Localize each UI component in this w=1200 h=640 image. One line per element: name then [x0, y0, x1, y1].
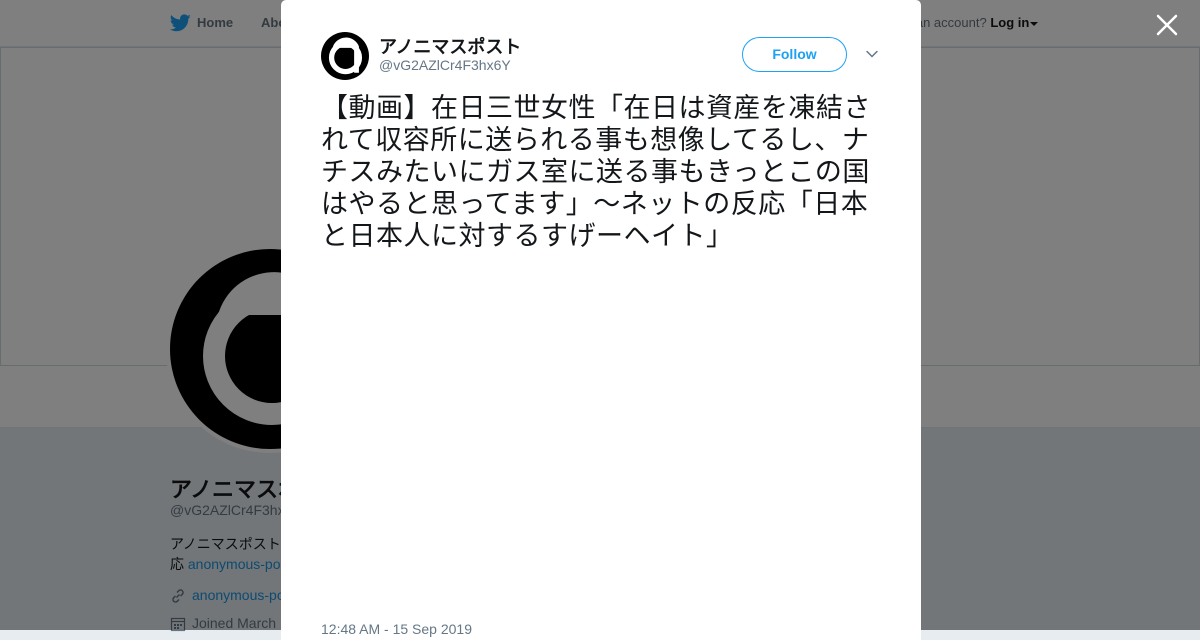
tweet-timestamp[interactable]: 12:48 AM - 15 Sep 2019 — [321, 621, 472, 637]
chevron-down-icon[interactable] — [865, 47, 879, 61]
tweet-text: 【動画】在日三世女性「在日は資産を凍結されて収容所に送られる事も想像してるし、ナ… — [321, 93, 871, 251]
author-handle[interactable]: @vG2AZlCr4F3hx6Y — [379, 57, 511, 73]
author-avatar[interactable] — [321, 32, 369, 80]
author-name[interactable]: アノニマスポスト — [379, 33, 521, 59]
close-icon[interactable] — [1154, 12, 1180, 38]
tweet-modal: アノニマスポスト @vG2AZlCr4F3hx6Y Follow 【動画】在日三… — [281, 0, 921, 640]
follow-button[interactable]: Follow — [742, 37, 847, 72]
